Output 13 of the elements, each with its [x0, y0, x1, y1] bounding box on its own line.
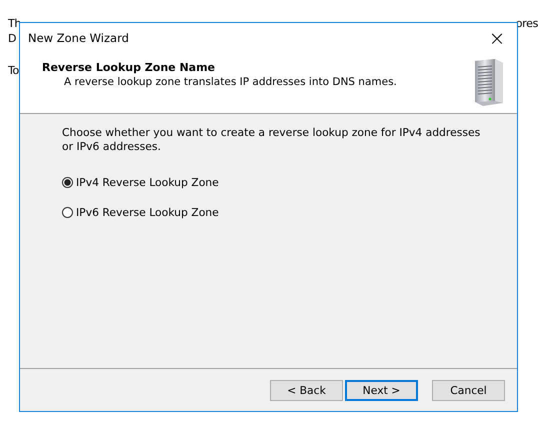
- wizard-button[interactable]: Cancel: [432, 380, 505, 400]
- wizard-button[interactable]: Next >: [345, 380, 418, 400]
- wizard-button[interactable]: < Back: [270, 380, 343, 400]
- page-heading: Reverse Lookup Zone Name: [42, 61, 216, 74]
- radio-button[interactable]: [62, 176, 73, 188]
- page-text: D: [8, 31, 16, 46]
- radio-option[interactable]: IPv4 Reverse Lookup Zone: [62, 175, 517, 189]
- radio-option[interactable]: IPv6 Reverse Lookup Zone: [62, 205, 517, 219]
- radio-button[interactable]: [62, 206, 73, 218]
- instruction-text: Choose whether you want to create a reverse lookup zone for IPv4 addresses or IPv6 addresses.: [62, 126, 482, 154]
- page-text: To: [8, 63, 19, 78]
- page-description: A reverse lookup zone translates IP addresses into DNS names.: [63, 76, 397, 88]
- window-title: New Zone Wizard: [28, 31, 129, 45]
